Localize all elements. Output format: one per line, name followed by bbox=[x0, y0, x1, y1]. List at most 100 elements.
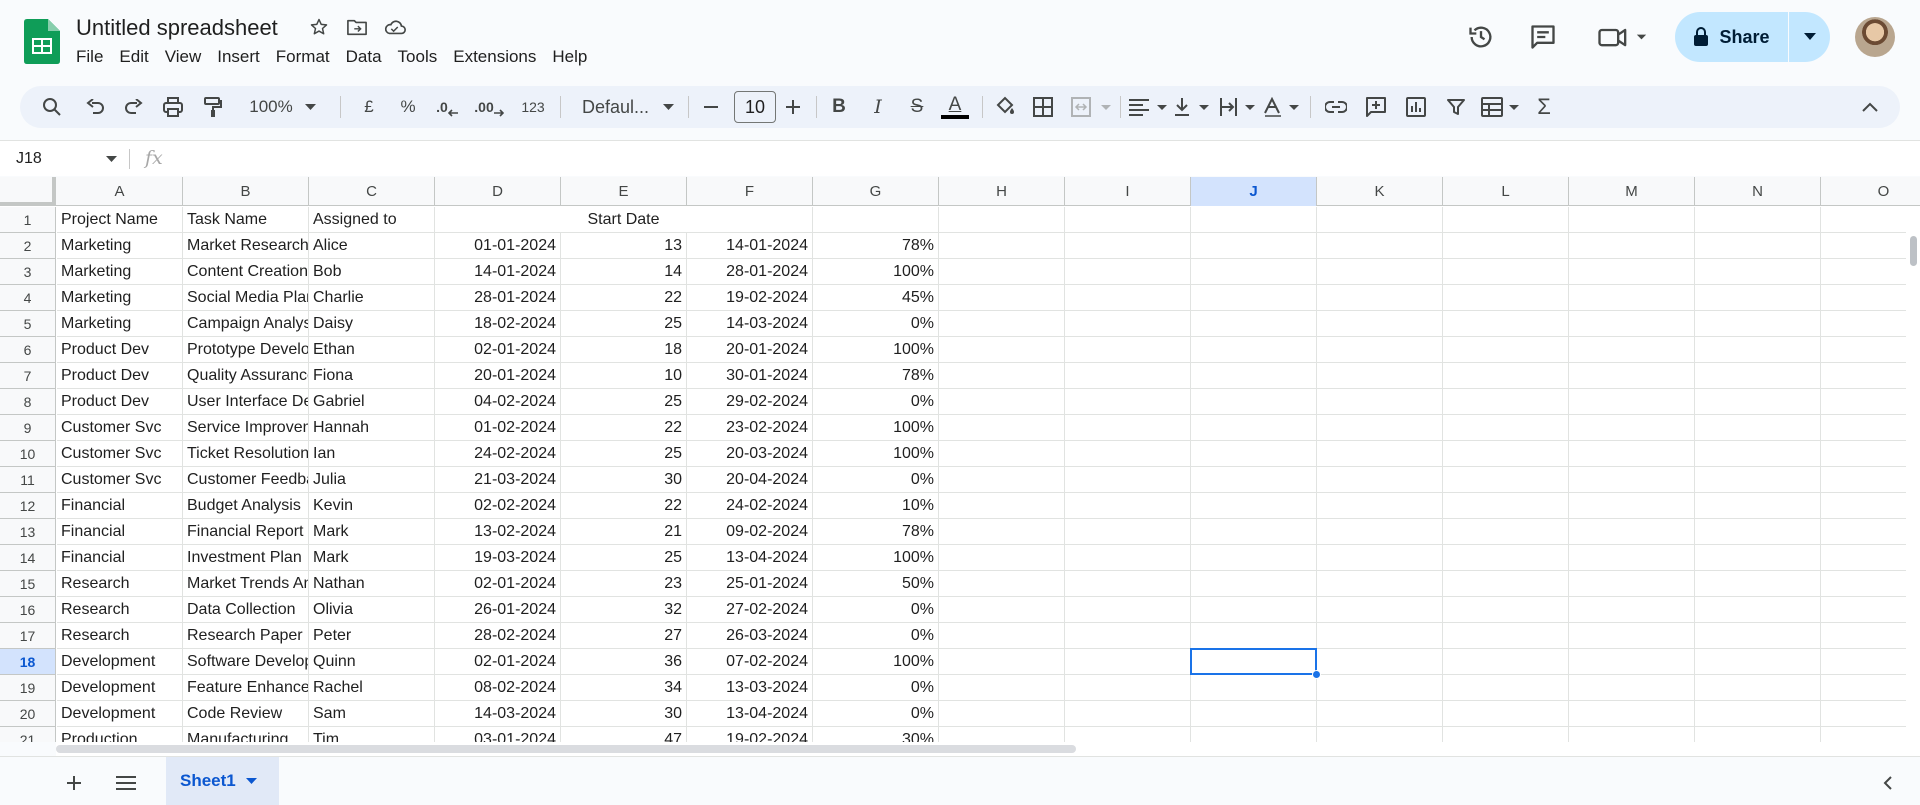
column-header-k[interactable]: K bbox=[1317, 177, 1443, 206]
more-formats-button[interactable]: 123 bbox=[516, 86, 550, 128]
cell-b11[interactable]: Customer Feedback bbox=[183, 467, 309, 493]
cell-b16[interactable]: Data Collection bbox=[183, 597, 309, 623]
cell-g3[interactable]: 100% bbox=[813, 259, 939, 285]
cell-n12[interactable] bbox=[1695, 493, 1821, 519]
document-title[interactable]: Untitled spreadsheet bbox=[76, 15, 278, 41]
cell-l2[interactable] bbox=[1443, 233, 1569, 259]
cell-l12[interactable] bbox=[1443, 493, 1569, 519]
cell-n20[interactable] bbox=[1695, 701, 1821, 727]
row-header-6[interactable]: 6 bbox=[0, 337, 56, 363]
meet-camera-icon[interactable] bbox=[1594, 17, 1654, 57]
cell-b12[interactable]: Budget Analysis bbox=[183, 493, 309, 519]
cell-i19[interactable] bbox=[1065, 675, 1191, 701]
cell-e8[interactable]: 25 bbox=[561, 389, 687, 415]
cell-h19[interactable] bbox=[939, 675, 1065, 701]
cell-k21[interactable] bbox=[1317, 727, 1443, 742]
menu-help[interactable]: Help bbox=[544, 46, 595, 70]
star-icon[interactable] bbox=[306, 14, 332, 40]
font-caret-down-icon[interactable] bbox=[660, 86, 676, 128]
vertical-scrollbar[interactable] bbox=[1906, 206, 1920, 742]
menu-view[interactable]: View bbox=[157, 46, 210, 70]
cell-n2[interactable] bbox=[1695, 233, 1821, 259]
cell-d9[interactable]: 01-02-2024 bbox=[435, 415, 561, 441]
cell-a6[interactable]: Product Dev bbox=[57, 337, 183, 363]
cell-c20[interactable]: Sam bbox=[309, 701, 435, 727]
cell-l4[interactable] bbox=[1443, 285, 1569, 311]
cell-g16[interactable]: 0% bbox=[813, 597, 939, 623]
cell-c18[interactable]: Quinn bbox=[309, 649, 435, 675]
cell-d17[interactable]: 28-02-2024 bbox=[435, 623, 561, 649]
cell-l11[interactable] bbox=[1443, 467, 1569, 493]
cell-f10[interactable]: 20-03-2024 bbox=[687, 441, 813, 467]
borders-icon[interactable] bbox=[1030, 86, 1056, 128]
cell-d14[interactable]: 19-03-2024 bbox=[435, 545, 561, 571]
filter-icon[interactable] bbox=[1442, 86, 1470, 128]
row-header-4[interactable]: 4 bbox=[0, 285, 56, 311]
cell-f8[interactable]: 29-02-2024 bbox=[687, 389, 813, 415]
cell-g8[interactable]: 0% bbox=[813, 389, 939, 415]
column-header-m[interactable]: M bbox=[1569, 177, 1695, 206]
vertical-scrollbar-thumb[interactable] bbox=[1910, 236, 1917, 266]
cell-j5[interactable] bbox=[1191, 311, 1317, 337]
percent-format-button[interactable]: % bbox=[395, 86, 421, 128]
cell-n18[interactable] bbox=[1695, 649, 1821, 675]
cell-h1[interactable] bbox=[939, 207, 1065, 233]
cell-h10[interactable] bbox=[939, 441, 1065, 467]
cell-h9[interactable] bbox=[939, 415, 1065, 441]
horizontal-scrollbar-thumb[interactable] bbox=[56, 745, 1076, 753]
cloud-status-icon[interactable] bbox=[382, 14, 408, 40]
cell-j14[interactable] bbox=[1191, 545, 1317, 571]
row-header-19[interactable]: 19 bbox=[0, 675, 56, 701]
cell-a15[interactable]: Research bbox=[57, 571, 183, 597]
cell-i21[interactable] bbox=[1065, 727, 1191, 742]
version-history-icon[interactable] bbox=[1461, 17, 1501, 57]
cell-e16[interactable]: 32 bbox=[561, 597, 687, 623]
cell-a8[interactable]: Product Dev bbox=[57, 389, 183, 415]
cell-k7[interactable] bbox=[1317, 363, 1443, 389]
cell-a4[interactable]: Marketing bbox=[57, 285, 183, 311]
cell-c2[interactable]: Alice bbox=[309, 233, 435, 259]
cell-i15[interactable] bbox=[1065, 571, 1191, 597]
cell-d16[interactable]: 26-01-2024 bbox=[435, 597, 561, 623]
cell-i1[interactable] bbox=[1065, 207, 1191, 233]
cell-g5[interactable]: 0% bbox=[813, 311, 939, 337]
cell-b4[interactable]: Social Media Plan bbox=[183, 285, 309, 311]
cell-h7[interactable] bbox=[939, 363, 1065, 389]
cell-h13[interactable] bbox=[939, 519, 1065, 545]
row-header-20[interactable]: 20 bbox=[0, 701, 56, 727]
cell-e20[interactable]: 30 bbox=[561, 701, 687, 727]
cell-f13[interactable]: 09-02-2024 bbox=[687, 519, 813, 545]
cell-e10[interactable]: 25 bbox=[561, 441, 687, 467]
cell-m1[interactable] bbox=[1569, 207, 1695, 233]
cell-n10[interactable] bbox=[1695, 441, 1821, 467]
text-rotation-icon[interactable] bbox=[1262, 86, 1304, 128]
cell-d6[interactable]: 02-01-2024 bbox=[435, 337, 561, 363]
cell-i2[interactable] bbox=[1065, 233, 1191, 259]
cell-c15[interactable]: Nathan bbox=[309, 571, 435, 597]
cell-h14[interactable] bbox=[939, 545, 1065, 571]
cell-f11[interactable]: 20-04-2024 bbox=[687, 467, 813, 493]
cell-j20[interactable] bbox=[1191, 701, 1317, 727]
cell-e2[interactable]: 13 bbox=[561, 233, 687, 259]
cell-h18[interactable] bbox=[939, 649, 1065, 675]
cell-c6[interactable]: Ethan bbox=[309, 337, 435, 363]
cell-h16[interactable] bbox=[939, 597, 1065, 623]
cell-f20[interactable]: 13-04-2024 bbox=[687, 701, 813, 727]
cell-d4[interactable]: 28-01-2024 bbox=[435, 285, 561, 311]
row-header-21[interactable]: 21 bbox=[0, 727, 56, 742]
cell-j13[interactable] bbox=[1191, 519, 1317, 545]
cell-j12[interactable] bbox=[1191, 493, 1317, 519]
cell-k17[interactable] bbox=[1317, 623, 1443, 649]
redo-icon[interactable] bbox=[121, 86, 147, 128]
cell-d1-merged[interactable]: Start Date bbox=[435, 207, 813, 233]
cell-l18[interactable] bbox=[1443, 649, 1569, 675]
cell-e21[interactable]: 47 bbox=[561, 727, 687, 742]
cell-k6[interactable] bbox=[1317, 337, 1443, 363]
cell-a12[interactable]: Financial bbox=[57, 493, 183, 519]
cell-f3[interactable]: 28-01-2024 bbox=[687, 259, 813, 285]
cell-c8[interactable]: Gabriel bbox=[309, 389, 435, 415]
row-header-5[interactable]: 5 bbox=[0, 311, 56, 337]
cell-b2[interactable]: Market Research bbox=[183, 233, 309, 259]
cell-f5[interactable]: 14-03-2024 bbox=[687, 311, 813, 337]
cell-i7[interactable] bbox=[1065, 363, 1191, 389]
